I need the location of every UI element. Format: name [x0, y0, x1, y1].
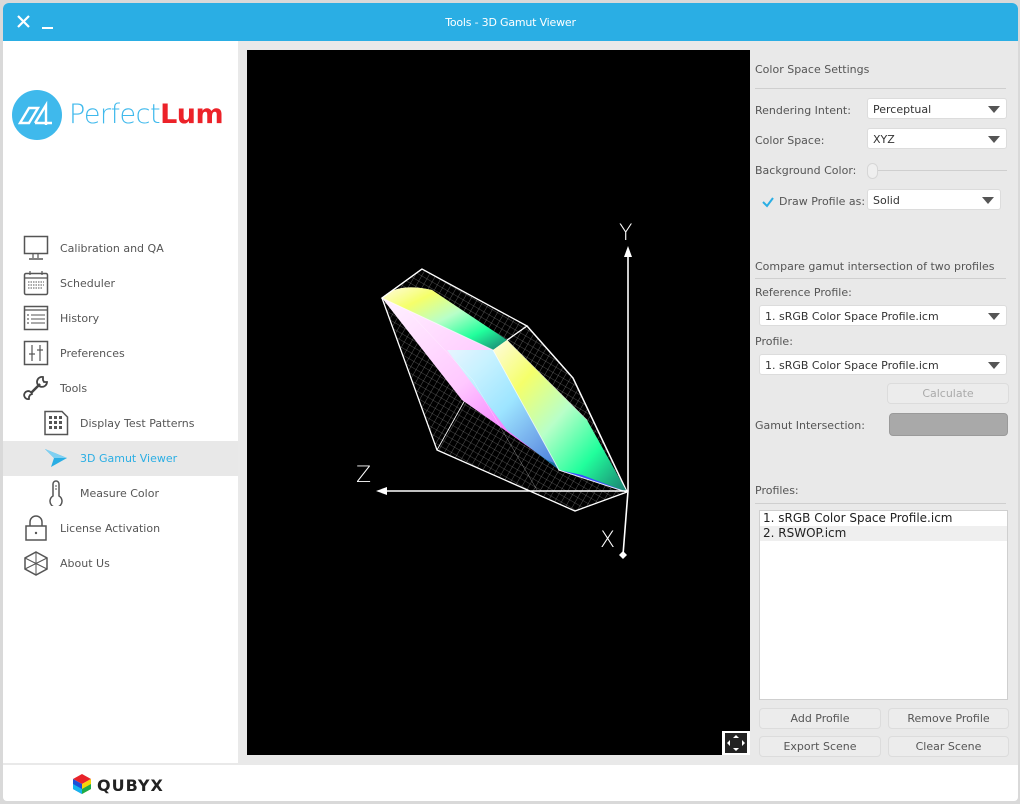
sidebar: PerfectLum Calibration and QA Scheduler …: [3, 41, 238, 763]
gamut-arrow-icon: [45, 449, 67, 467]
wrench-icon: [23, 376, 48, 400]
sidebar-item-calibration[interactable]: Calibration and QA: [3, 231, 238, 266]
list-item[interactable]: 2. RSWOP.icm: [760, 526, 1007, 541]
remove-profile-button[interactable]: Remove Profile: [888, 708, 1009, 729]
footer: QUBYX: [3, 765, 1018, 801]
reference-profile-value: 1. sRGB Color Space Profile.icm: [765, 310, 939, 323]
logo-text-lum: Lum: [160, 99, 224, 130]
sidebar-item-label: Measure Color: [80, 487, 159, 500]
sidebar-item-label: Tools: [60, 382, 88, 395]
grid-document-icon: [44, 410, 69, 436]
sidebar-item-label: License Activation: [60, 522, 161, 535]
rendering-intent-label: Rendering Intent:: [755, 104, 851, 117]
sidebar-item-tools[interactable]: Tools: [3, 371, 238, 406]
sidebar-item-scheduler[interactable]: Scheduler: [3, 266, 238, 301]
checkmark-icon: [762, 197, 774, 208]
sidebar-item-label: Display Test Patterns: [80, 417, 195, 430]
settings-panel: Color Space Settings Rendering Intent: P…: [755, 50, 1010, 762]
color-space-settings-title: Color Space Settings: [755, 63, 870, 76]
background-color-label: Background Color:: [755, 164, 857, 177]
sidebar-item-3d-gamut-viewer[interactable]: 3D Gamut Viewer: [3, 441, 238, 476]
reference-profile-label: Reference Profile:: [755, 286, 852, 299]
qubyx-brand-text: QUBYX: [97, 776, 164, 795]
profiles-label: Profiles:: [755, 484, 799, 497]
rendering-intent-select[interactable]: Perceptual: [867, 98, 1007, 119]
sidebar-item-label: History: [60, 312, 100, 325]
title-bar: Tools - 3D Gamut Viewer: [3, 3, 1018, 41]
qubyx-logo-icon: [73, 774, 91, 794]
x-axis-label: X: [600, 528, 615, 553]
color-space-label: Color Space:: [755, 134, 825, 147]
list-item[interactable]: 1. sRGB Color Space Profile.icm: [760, 511, 1007, 526]
chevron-down-icon: [988, 313, 1000, 320]
slider-thumb[interactable]: [867, 163, 878, 179]
cube-icon: [24, 551, 48, 576]
app-window: Tools - 3D Gamut Viewer PerfectLum Calib…: [3, 3, 1018, 801]
sidebar-item-label: Scheduler: [60, 277, 116, 290]
slider-track: [867, 170, 1007, 171]
logo-wordmark: PerfectLum: [69, 99, 224, 130]
draw-profile-label: Draw Profile as:: [779, 195, 866, 208]
background-color-slider[interactable]: [867, 162, 1007, 180]
monitor-icon: [23, 235, 49, 260]
color-space-select[interactable]: XYZ: [867, 128, 1007, 149]
y-axis-arrow: [624, 246, 632, 257]
sliders-icon: [23, 340, 49, 366]
sidebar-item-preferences[interactable]: Preferences: [3, 336, 238, 371]
sidebar-item-measure-color[interactable]: Measure Color: [3, 476, 238, 511]
draw-profile-select[interactable]: Solid: [867, 189, 1001, 210]
export-scene-button[interactable]: Export Scene: [759, 736, 881, 757]
add-profile-button[interactable]: Add Profile: [759, 708, 881, 729]
divider: [755, 503, 1006, 504]
sidebar-item-label: Preferences: [60, 347, 125, 360]
compare-section-title: Compare gamut intersection of two profil…: [755, 260, 995, 273]
profile-value: 1. sRGB Color Space Profile.icm: [765, 359, 939, 372]
lock-icon: [25, 515, 47, 541]
logo-text-perfect: Perfect: [69, 99, 161, 130]
divider: [755, 278, 1006, 279]
z-axis-label: Z: [356, 463, 371, 488]
reference-profile-select[interactable]: 1. sRGB Color Space Profile.icm: [759, 305, 1007, 326]
draw-profile-value: Solid: [873, 194, 900, 207]
profiles-list[interactable]: 1. sRGB Color Space Profile.icm 2. RSWOP…: [759, 510, 1008, 700]
gamut-3d-viewport[interactable]: Y Z X: [247, 50, 750, 755]
draw-profile-checkbox[interactable]: [761, 195, 775, 209]
sidebar-item-label: About Us: [60, 557, 110, 570]
sidebar-item-license-activation[interactable]: License Activation: [3, 511, 238, 546]
calendar-icon: [23, 271, 49, 296]
gamut-3d-scene: Y Z X: [356, 221, 632, 559]
gamut-intersection-label: Gamut Intersection:: [755, 419, 865, 432]
list-icon: [23, 305, 49, 331]
clear-scene-button[interactable]: Clear Scene: [888, 736, 1009, 757]
window-title: Tools - 3D Gamut Viewer: [445, 16, 576, 29]
y-axis-label: Y: [619, 221, 632, 246]
sidebar-item-display-test-patterns[interactable]: Display Test Patterns: [3, 406, 238, 441]
sidebar-nav: Calibration and QA Scheduler History Pre…: [3, 231, 238, 581]
chevron-down-icon: [988, 136, 1000, 143]
calculate-button[interactable]: Calculate: [887, 383, 1009, 404]
x-axis-arrow: [619, 551, 627, 559]
color-space-value: XYZ: [873, 133, 895, 146]
z-axis-arrow: [376, 487, 387, 495]
chevron-down-icon: [988, 106, 1000, 113]
rendering-intent-value: Perceptual: [873, 103, 932, 116]
chevron-down-icon: [982, 197, 994, 204]
qubyx-logo: QUBYX: [71, 773, 163, 795]
sidebar-item-label: 3D Gamut Viewer: [80, 452, 178, 465]
x-axis: [622, 490, 629, 556]
fullscreen-icon: [725, 733, 747, 753]
profile-label: Profile:: [755, 335, 793, 348]
sidebar-item-label: Calibration and QA: [60, 242, 164, 255]
fullscreen-button[interactable]: [722, 731, 750, 755]
sidebar-item-about-us[interactable]: About Us: [3, 546, 238, 581]
thermometer-icon: [49, 480, 63, 506]
gamut-intersection-value: [889, 413, 1008, 436]
divider: [755, 88, 1006, 89]
sidebar-item-history[interactable]: History: [3, 301, 238, 336]
chevron-down-icon: [988, 362, 1000, 369]
perfectlum-logo: PerfectLum: [11, 89, 236, 143]
profile-select[interactable]: 1. sRGB Color Space Profile.icm: [759, 354, 1007, 375]
perfectlum-logo-icon: [12, 90, 62, 140]
